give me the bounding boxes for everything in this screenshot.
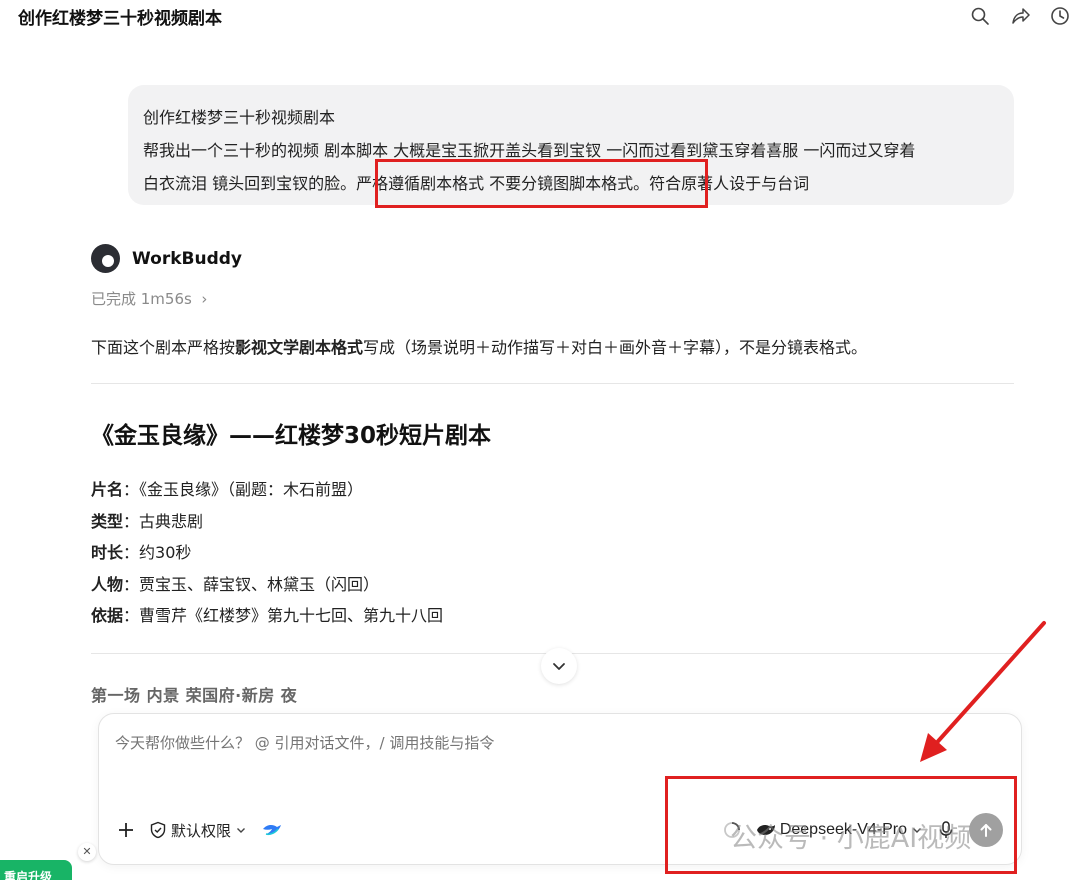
- chevron-down-icon: [553, 663, 565, 670]
- shield-check-icon: [150, 821, 166, 839]
- meta-key: 类型: [91, 511, 124, 531]
- assistant-name: WorkBuddy: [132, 248, 242, 269]
- meta-row: 类型：古典悲剧: [91, 506, 443, 538]
- meta-sep: ：: [123, 480, 140, 499]
- message-input[interactable]: [115, 734, 995, 752]
- brand-tool-button[interactable]: [261, 821, 283, 839]
- highlight-box-format: [375, 159, 708, 208]
- history-icon[interactable]: [1040, 4, 1080, 28]
- script-title: 《金玉良缘》——红楼梦30秒短片剧本: [91, 423, 492, 449]
- meta-key: 人物: [91, 574, 124, 594]
- script-meta: 片名：《金玉良缘》（副题：木石前盟） 类型：古典悲剧 时长：约30秒 人物：贾宝…: [91, 474, 443, 632]
- meta-key: 片名: [91, 480, 124, 499]
- meta-row: 人物：贾宝玉、薛宝钗、林黛玉（闪回）: [91, 569, 443, 601]
- meta-key: 依据: [91, 606, 124, 625]
- intro-text: 写成（场景说明＋动作描写＋对白＋画外音＋字幕），不是分镜表格式。: [363, 338, 868, 357]
- status-text: 已完成 1m56s: [91, 290, 192, 308]
- search-icon[interactable]: [960, 4, 1000, 28]
- meta-row: 依据：曹雪芹《红楼梦》第九十七回、第九十八回: [91, 600, 443, 632]
- watermark: 公众号 · 小鹿AI视频: [730, 823, 972, 854]
- assistant-avatar: [91, 244, 120, 273]
- assistant-header: WorkBuddy: [91, 244, 242, 273]
- meta-value: 贾宝玉、薛宝钗、林黛玉（闪回）: [139, 574, 380, 594]
- meta-sep: ：: [123, 606, 140, 625]
- page-title: 创作红楼梦三十秒视频剧本: [18, 9, 222, 29]
- meta-key: 时长: [91, 543, 124, 562]
- meta-sep: ：: [123, 511, 140, 531]
- meta-sep: ：: [123, 574, 140, 594]
- add-button[interactable]: [117, 821, 135, 839]
- meta-value: 约30秒: [139, 543, 192, 562]
- plus-icon: [119, 823, 133, 837]
- scroll-down-button[interactable]: [541, 648, 577, 684]
- assistant-intro: 下面这个剧本严格按影视文学剧本格式写成（场景说明＋动作描写＋对白＋画外音＋字幕）…: [91, 334, 867, 358]
- chevron-right-icon: ›: [196, 290, 208, 308]
- meta-value: 曹雪芹《红楼梦》第九十七回、第九十八回: [139, 606, 444, 625]
- share-icon[interactable]: [1000, 4, 1040, 28]
- meta-value: 古典悲剧: [139, 511, 204, 531]
- meta-value: 《金玉良缘》（副题：木石前盟）: [139, 480, 364, 499]
- completion-status[interactable]: 已完成 1m56s ›: [91, 288, 207, 309]
- chevron-down-icon: [237, 828, 246, 833]
- meta-row: 时长：约30秒: [91, 537, 443, 569]
- close-icon[interactable]: ✕: [78, 843, 96, 861]
- intro-text: 下面这个剧本严格按: [91, 338, 236, 357]
- meta-sep: ：: [123, 543, 140, 562]
- brand-logo-icon: [263, 824, 282, 836]
- divider: [91, 383, 1014, 384]
- user-message-line: 创作红楼梦三十秒视频剧本: [143, 108, 336, 127]
- restart-upgrade-button[interactable]: 重启升级: [0, 860, 72, 880]
- scene-heading: 第一场 内景 荣国府·新房 夜: [91, 686, 298, 705]
- top-bar: 创作红楼梦三十秒视频剧本: [0, 0, 1080, 34]
- meta-row: 片名：《金玉良缘》（副题：木石前盟）: [91, 474, 443, 506]
- permission-dropdown[interactable]: 默认权限: [149, 820, 247, 841]
- intro-bold: 影视文学剧本格式: [235, 338, 364, 357]
- permission-label: 默认权限: [171, 821, 232, 840]
- header-actions: [960, 4, 1080, 28]
